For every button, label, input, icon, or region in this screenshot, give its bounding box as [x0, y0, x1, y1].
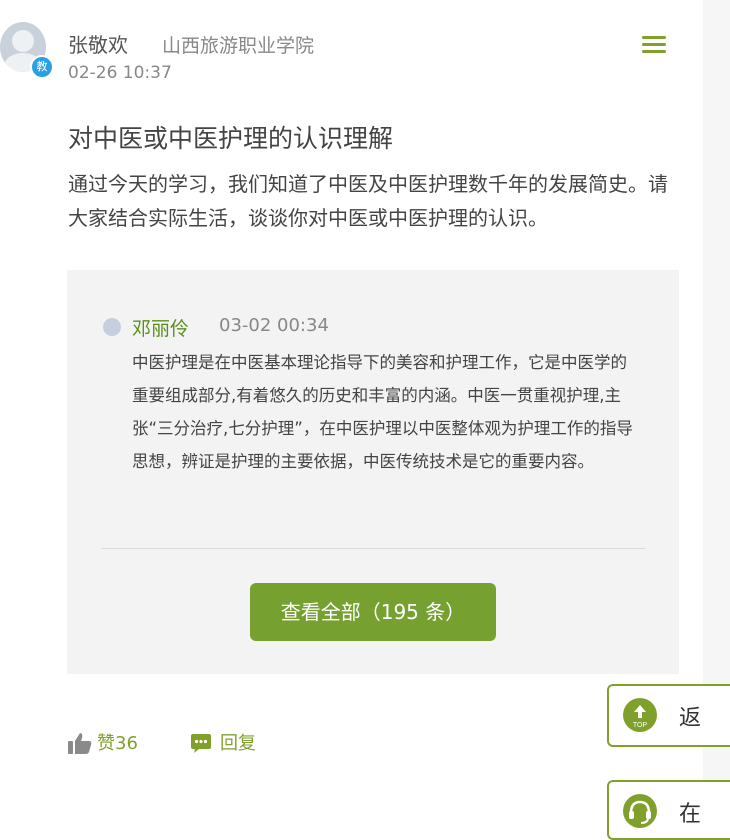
teacher-badge: 教 [30, 55, 54, 79]
menu-icon[interactable] [642, 36, 666, 56]
reply-preview: 邓丽伶 03-02 00:34 中医护理是在中医基本理论指导下的美容和护理工作，… [67, 270, 679, 674]
comment-icon [191, 734, 211, 753]
back-to-top-button[interactable]: TOP 返 [607, 684, 730, 747]
post-body: 通过今天的学习，我们知道了中医及中医护理数千年的发展简史。请大家结合实际生活，谈… [68, 172, 668, 230]
online-service-label: 在 [679, 802, 702, 827]
menu-icon-bar [642, 36, 666, 39]
arrow-up-icon: TOP [633, 705, 648, 729]
back-to-top-label: 返 [679, 706, 702, 731]
author-school: 山西旅游职业学院 [162, 35, 315, 57]
reply-author[interactable]: 邓丽伶 [132, 314, 189, 341]
post-time: 02-26 10:37 [68, 63, 172, 83]
like-count: 赞36 [97, 733, 138, 754]
headset-icon [623, 794, 657, 828]
online-service-button[interactable]: 在 [607, 780, 730, 840]
menu-icon-bar [642, 50, 666, 53]
reply-time: 03-02 00:34 [219, 315, 329, 336]
divider [101, 548, 645, 549]
top-icon-text: TOP [633, 722, 648, 729]
author-name[interactable]: 张敬欢 [68, 29, 128, 58]
view-all-button[interactable]: 查看全部（195 条） [250, 583, 496, 641]
post-title: 对中医或中医护理的认识理解 [68, 124, 394, 153]
back-to-top-icon: TOP [623, 698, 657, 732]
reply-avatar [103, 318, 121, 336]
reply-body: 中医护理是在中医基本理论指导下的美容和护理工作，它是中医学的重要组成部分,有着悠… [132, 353, 633, 471]
avatar-head [12, 30, 34, 52]
reply-label: 回复 [220, 733, 256, 754]
headset-glyph [629, 800, 651, 824]
thumbs-up-icon [68, 733, 92, 754]
menu-icon-bar [642, 43, 666, 46]
